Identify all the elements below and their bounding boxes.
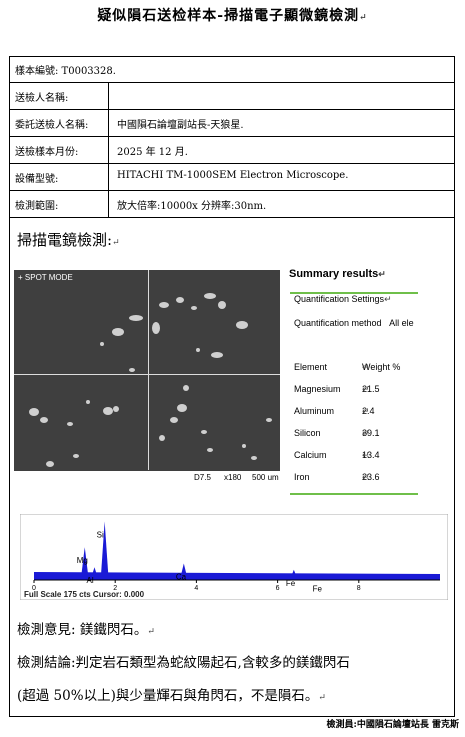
- element-name: Silicon: [294, 428, 321, 438]
- element-name: Magnesium: [294, 384, 341, 394]
- summary-panel: Summary results↵ Quantification Settings…: [288, 266, 458, 498]
- crosshair-vertical: [148, 270, 149, 470]
- sem-image: + SPOT MODE D7.5 x180 500 um: [14, 270, 280, 485]
- quantification-settings: Quantification Settings↵: [294, 294, 392, 304]
- scale-label: 500 um: [252, 473, 279, 482]
- peak-label: Al: [86, 576, 93, 585]
- sem-particles: [29, 293, 272, 467]
- x-tick-label: 6: [276, 585, 280, 592]
- info-key: 送檢人名稱:: [9, 83, 109, 109]
- info-value: 放大倍率:10000x 分辨率:30nm.: [117, 201, 267, 212]
- document-title: 疑似隕石送检样本-掃描電子顯微鏡檢測↵: [97, 8, 368, 24]
- magnification: x180: [224, 473, 242, 482]
- inspector-signature: 檢測員:中國隕石論壇站長 雷克斯: [326, 720, 459, 730]
- summary-title: Summary results↵: [289, 268, 386, 280]
- info-value: [109, 83, 455, 109]
- spot-mode-label: + SPOT MODE: [18, 273, 73, 282]
- info-key: 樣本編號: T0003328.: [15, 66, 116, 77]
- info-key: 檢測範圍:: [9, 191, 109, 217]
- spectrum-footer: Full Scale 175 cts Cursor: 0.000: [24, 590, 145, 599]
- x-tick-label: 8: [357, 585, 361, 592]
- crosshair-horizontal: [14, 374, 280, 375]
- info-value: 2025 年 12 月.: [117, 147, 188, 158]
- info-row-month: 送檢樣本月份: 2025 年 12 月.: [9, 137, 455, 164]
- info-key: 委託送檢人名稱:: [9, 110, 109, 136]
- sem-info-bar: D7.5 x180 500 um: [14, 471, 280, 485]
- peak-label: Mg: [77, 556, 88, 565]
- conclusion-line-2: (超過 50%以上)與少量輝石與角閃石，不是隕石。↵: [17, 688, 326, 704]
- info-value: HITACHI TM-1000SEM Electron Microscope.: [117, 170, 349, 181]
- info-row-submitter: 送檢人名稱:: [9, 83, 455, 110]
- element-name: Iron: [294, 472, 310, 482]
- header-element: Element: [294, 362, 328, 372]
- element-name: Calcium: [294, 450, 327, 460]
- peak-label: Fe: [313, 585, 323, 594]
- opinion-text: 檢測意見: 鎂鐵閃石。↵: [17, 622, 155, 638]
- info-value: 中國隕石論壇副站長-天狼星.: [117, 120, 244, 131]
- element-name: Aluminum: [294, 406, 335, 416]
- eds-spectrum: Mg Al Si Ca Fe Fe 0 2 4 6 8 Full Scale 175 cts Curs…: [19, 513, 449, 601]
- conclusion-line-1: 檢測結論:判定岩石類型為蛇紋陽起石,含較多的鎂鐵閃石: [17, 655, 350, 671]
- info-row-range: 檢測範圍: 放大倍率:10000x 分辨率:30nm.: [9, 191, 455, 218]
- info-row-equipment: 設備型號: HITACHI TM-1000SEM Electron Micros…: [9, 164, 455, 191]
- quantification-method: Quantification method All ele: [294, 318, 414, 328]
- peak-label: Si: [97, 530, 104, 539]
- section-title: 掃描電鏡檢測:↵: [17, 231, 120, 249]
- info-row-client: 委託送檢人名稱: 中國隕石論壇副站長-天狼星.: [9, 110, 455, 137]
- summary-divider-bottom: [290, 493, 418, 495]
- working-distance: D7.5: [194, 473, 211, 482]
- x-tick-label: 4: [194, 585, 198, 592]
- info-key: 送檢樣本月份:: [9, 137, 109, 163]
- spectrum-svg: MgAlSiCaFeFe0 2 4 6 8Full Scale 175 cts Curs…: [19, 513, 449, 601]
- info-row-sample-id: 樣本編號: T0003328.: [9, 56, 455, 83]
- info-key: 設備型號:: [9, 164, 109, 190]
